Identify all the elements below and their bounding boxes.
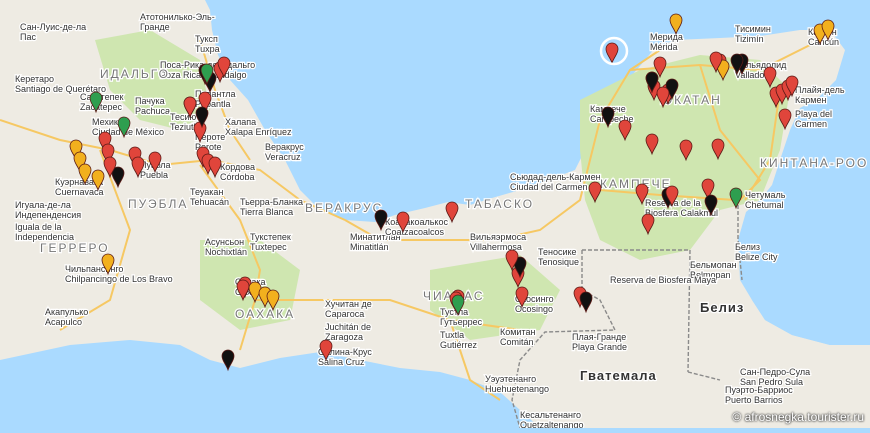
city-label: Сан-Луис-де-ла xyxy=(20,22,86,32)
city-label: Belize City xyxy=(735,252,778,262)
city-label: Халапа xyxy=(225,117,256,127)
city-label: Уэуэтенанго xyxy=(485,374,536,384)
city-label: Cuernavaca xyxy=(55,187,104,197)
city-label: Tuxtepec xyxy=(250,242,287,252)
city-label: Индепенденсия xyxy=(15,210,81,220)
city-label: Comitán xyxy=(500,337,534,347)
city-label: Acapulco xyxy=(45,317,82,327)
city-label: Tehuacán xyxy=(190,197,229,207)
city-label: Плая-Гранде xyxy=(572,332,626,342)
city-label: Quetzaltenango xyxy=(520,420,584,428)
map-canvas[interactable]: Сан-Луис-де-лаПас Атотонилько-Эль-Гранде Т… xyxy=(0,0,870,431)
city-label: Ocosingo xyxy=(515,304,553,314)
city-label: Кордова xyxy=(220,162,255,172)
city-label: Веракрус xyxy=(265,142,304,152)
city-label: Tuxpa xyxy=(195,44,220,54)
city-label: Теносике xyxy=(538,247,577,257)
city-label: Белиз xyxy=(735,242,760,252)
city-label: Gutiérrez xyxy=(440,340,478,350)
city-label: Puebla xyxy=(140,170,168,180)
city-label: Чильпансинго xyxy=(65,264,123,274)
map[interactable]: Сан-Луис-де-ла Пас Атотонилько-Эль- Гранде Т… xyxy=(0,0,870,431)
city-label: Zaragoza xyxy=(325,332,363,342)
city-label: Комитан xyxy=(500,327,535,337)
city-label: Pachuca xyxy=(135,106,170,116)
city-label: Juchitán de xyxy=(325,322,371,332)
city-label: Пачука xyxy=(135,96,165,106)
country-label: Гватемала xyxy=(580,368,657,383)
city-label: Вильяэрмоса xyxy=(470,232,526,242)
city-label: Кармен xyxy=(795,95,826,105)
city-label: Пуэрто-Барриос xyxy=(725,385,793,395)
city-label: Ciudad del Carmen xyxy=(510,182,588,192)
city-label: Iguala de la xyxy=(15,222,62,232)
city-label: Пас xyxy=(20,32,36,42)
city-label: Асунсьон xyxy=(205,237,244,247)
city-label: Córdoba xyxy=(220,172,255,182)
city-label: Tizimín xyxy=(735,34,764,44)
city-label: Tuxtla xyxy=(440,330,464,340)
city-label: Tenosique xyxy=(538,257,579,267)
city-label: Тисимин xyxy=(735,24,771,34)
city-label: Playa del xyxy=(795,109,832,119)
country-label: Белиз xyxy=(700,300,744,315)
city-label: Гранде xyxy=(140,22,170,32)
city-label: Coatzacoalcos xyxy=(385,227,445,237)
city-label: Гутьеррес xyxy=(440,317,483,327)
region-label: ВЕРАКРУС xyxy=(305,201,383,215)
city-label: Керетаро xyxy=(15,74,54,84)
city-label: Бельмопан xyxy=(690,260,737,270)
city-label: Minatitlán xyxy=(350,242,389,252)
region-label: ИДАЛЬГО xyxy=(100,67,170,81)
city-label: Xalapa Enríquez xyxy=(225,127,292,137)
city-label: Puerto Barrios xyxy=(725,395,783,405)
city-label: Тьерра-Бланка xyxy=(240,197,303,207)
city-label: Теуакан xyxy=(190,187,223,197)
region-label: ПУЭБЛА xyxy=(128,197,188,211)
city-label: Carmen xyxy=(795,119,827,129)
city-label: Тукстепек xyxy=(250,232,291,242)
city-label: Veracruz xyxy=(265,152,301,162)
city-label: Коацакоалькос xyxy=(385,217,448,227)
city-label: Хучитан де xyxy=(325,299,372,309)
city-label: Акапулько xyxy=(45,307,88,317)
city-label: Четумаль xyxy=(745,190,786,200)
city-label: Chetumal xyxy=(745,200,784,210)
city-label: Playa Grande xyxy=(572,342,627,352)
city-label: Сарагоса xyxy=(325,309,364,319)
city-label: Reserva de Biosfera Maya xyxy=(610,275,716,285)
city-label: Chilpancingo de Los Bravo xyxy=(65,274,173,284)
city-label: Туксп xyxy=(195,34,218,44)
region-label: ТАБАСКО xyxy=(465,197,534,211)
city-label: Кесальтенанго xyxy=(520,410,581,420)
city-label: Сан-Педро-Сула xyxy=(740,367,810,377)
city-label: Игуала-де-ла xyxy=(15,200,71,210)
region-label: КИНТАНА-РОО xyxy=(760,156,868,170)
region-label: ОАХАКА xyxy=(235,307,295,321)
city-label: Tierra Blanca xyxy=(240,207,293,217)
city-label: Cancún xyxy=(808,37,839,47)
region-label: ГЕРРЕРО xyxy=(40,241,110,255)
city-label: Zacatepec xyxy=(80,102,123,112)
city-label: Nochixtlán xyxy=(205,247,247,257)
city-label: Мерида xyxy=(650,32,683,42)
city-label: Mérida xyxy=(650,42,678,52)
city-label: Сьюдад-дель-Кармен xyxy=(510,172,601,182)
city-label: Biosfera Calakmul xyxy=(645,208,718,218)
city-label: Huehuetenango xyxy=(485,384,549,394)
city-label: Атотонилько-Эль- xyxy=(140,12,215,22)
city-label: Плайя-дель xyxy=(795,85,845,95)
copyright-text: © afrosnegka.tourister.ru xyxy=(732,410,864,424)
